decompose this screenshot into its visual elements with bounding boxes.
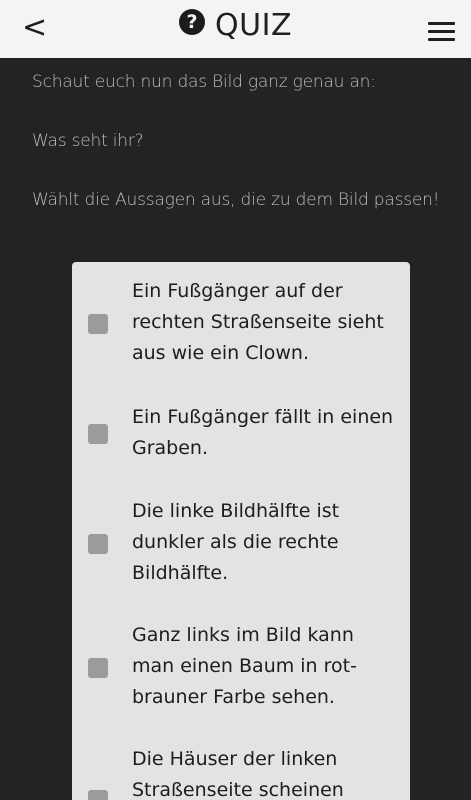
answer-option-text: Ein Fußgänger fällt in einen Graben. <box>132 406 394 459</box>
checkbox[interactable] <box>88 424 108 444</box>
question-text: Was seht ihr? <box>32 131 144 151</box>
answer-option[interactable]: Ein Fußgänger fällt in einen Graben. <box>72 402 410 466</box>
page-title: QUIZ <box>215 8 293 43</box>
question-circle-icon[interactable]: ? <box>178 9 205 35</box>
checkbox[interactable] <box>88 790 108 800</box>
hamburger-menu-icon[interactable] <box>428 22 455 42</box>
quiz-screen: < ? QUIZ Schaut euch nun das Bild ganz g… <box>0 0 471 800</box>
top-bar: < ? QUIZ <box>0 0 471 58</box>
answer-option[interactable]: Die Häuser der linken Straßenseite schei… <box>72 744 410 800</box>
answer-option-text: Die Häuser der linken Straßenseite schei… <box>132 748 344 800</box>
answer-card: Ein Fußgänger auf der rechten Straßensei… <box>72 262 410 800</box>
title-area: ? QUIZ <box>0 6 471 48</box>
checkbox[interactable] <box>88 534 108 554</box>
menu-bar <box>428 38 455 41</box>
checkbox[interactable] <box>88 314 108 334</box>
answer-option[interactable]: Ganz links im Bild kann man einen Baum i… <box>72 620 410 716</box>
answer-option-text: Ein Fußgänger auf der rechten Straßensei… <box>132 280 384 364</box>
answer-option-text: Ganz links im Bild kann man einen Baum i… <box>132 624 357 708</box>
menu-bar <box>428 30 455 33</box>
answer-option[interactable]: Ein Fußgänger auf der rechten Straßensei… <box>72 276 410 372</box>
menu-bar <box>428 22 455 25</box>
instruction-text: Schaut euch nun das Bild ganz genau an: <box>32 72 376 92</box>
answer-option[interactable]: Die linke Bildhälfte ist dunkler als die… <box>72 496 410 592</box>
instruction-select-text: Wählt die Aussagen aus, die zu dem Bild … <box>32 190 440 210</box>
answer-option-text: Die linke Bildhälfte ist dunkler als die… <box>132 500 340 584</box>
checkbox[interactable] <box>88 658 108 678</box>
